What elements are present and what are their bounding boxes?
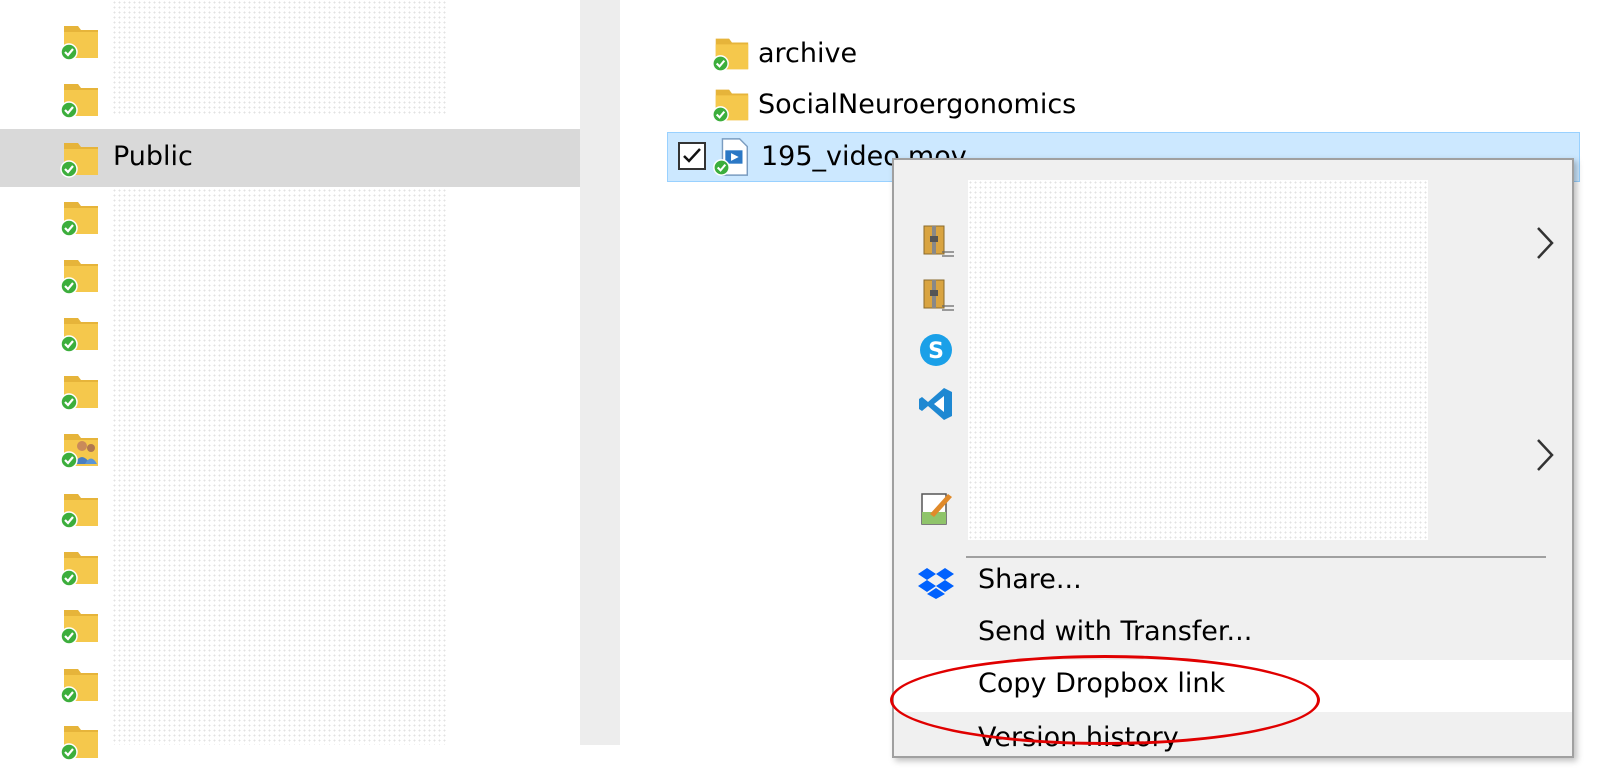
redacted-area	[112, 188, 447, 745]
folder-synced-icon	[58, 663, 102, 705]
folder-synced-icon	[58, 370, 102, 412]
folder-synced-icon	[710, 83, 752, 125]
check-icon	[683, 148, 701, 163]
shared-folder-icon	[58, 428, 102, 470]
file-row-socialneuroergonomics[interactable]: SocialNeuroergonomics	[620, 81, 1580, 129]
folder-synced-icon	[710, 32, 752, 74]
chevron-right-icon[interactable]	[1534, 224, 1556, 262]
redacted-area	[112, 0, 447, 115]
menu-item-label: Send with Transfer...	[978, 616, 1253, 647]
folder-synced-icon	[58, 720, 102, 762]
redacted-area	[968, 180, 1428, 540]
file-row-archive[interactable]: archive	[620, 30, 1580, 78]
archive-zip-icon	[916, 276, 956, 316]
folder-synced-icon	[58, 196, 102, 238]
dropbox-icon	[916, 562, 956, 602]
folder-synced-icon	[58, 137, 102, 179]
navigation-pane: Public	[0, 0, 580, 745]
annotation-ellipse	[890, 655, 1320, 745]
archive-zip-icon	[916, 222, 956, 262]
folder-synced-icon	[58, 312, 102, 354]
menu-item-send-with-transfer[interactable]: Send with Transfer...	[894, 608, 1572, 660]
folder-synced-icon	[58, 546, 102, 588]
video-file-synced-icon	[711, 136, 753, 178]
chevron-right-icon[interactable]	[1534, 436, 1556, 474]
nav-item-label: Public	[113, 141, 193, 172]
menu-item-share[interactable]: Share...	[894, 556, 1572, 608]
folder-synced-icon	[58, 254, 102, 296]
pane-splitter[interactable]	[580, 0, 620, 745]
menu-item-label: Share...	[978, 564, 1082, 595]
skype-icon	[916, 330, 956, 370]
folder-synced-icon	[58, 20, 102, 62]
file-name: SocialNeuroergonomics	[758, 89, 1077, 120]
folder-synced-icon	[58, 78, 102, 120]
folder-synced-icon	[58, 604, 102, 646]
file-name: archive	[758, 38, 858, 69]
notepad-edit-icon	[916, 488, 956, 528]
nav-item-public[interactable]: Public	[0, 129, 580, 187]
vscode-icon	[916, 384, 956, 424]
folder-synced-icon	[58, 488, 102, 530]
row-checkbox[interactable]	[678, 142, 706, 170]
